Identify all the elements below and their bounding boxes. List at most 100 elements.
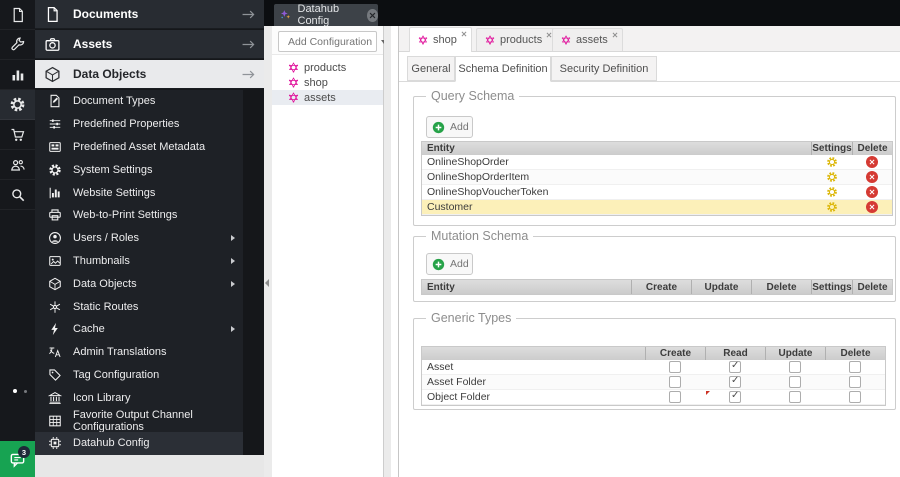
image-icon <box>48 254 62 268</box>
settings-gear-icon[interactable] <box>0 90 35 120</box>
checkbox-object-folder-delete[interactable] <box>849 391 861 403</box>
table-header-row: Entity Create Update Delete Settings Del… <box>422 280 892 294</box>
chat-button[interactable] <box>0 441 35 477</box>
config-tree-item-shop[interactable]: shop <box>272 75 383 90</box>
table-row[interactable]: OnlineShopVoucherToken <box>422 185 892 200</box>
checkbox-asset-folder-create[interactable] <box>669 376 681 388</box>
generic-types-table: Create Read Update Delete Asset ✓ Asset … <box>421 346 886 406</box>
mutation-schema-add-button[interactable]: Add <box>426 253 473 275</box>
menu-item-static-routes[interactable]: Static Routes <box>35 295 243 318</box>
delete-icon[interactable] <box>866 156 878 168</box>
table-row[interactable]: Asset <box>422 360 885 375</box>
table-row-highlighted[interactable]: Customer <box>422 200 892 215</box>
caret-right-icon <box>231 326 235 333</box>
table-header-row: Entity Settings Delete <box>422 142 892 155</box>
delete-icon[interactable] <box>866 201 878 213</box>
tab-products[interactable]: products <box>476 28 558 51</box>
config-tab-strip: shop products assets <box>399 26 900 52</box>
tools-wrench-icon[interactable] <box>0 30 35 60</box>
table-row[interactable]: OnlineShopOrder <box>422 155 892 170</box>
checkbox-object-folder-create[interactable] <box>669 391 681 403</box>
chip-icon <box>48 436 62 450</box>
checkbox-asset-read[interactable] <box>729 360 741 373</box>
accordion-item-documents[interactable]: Documents <box>35 0 264 29</box>
user-circle-icon <box>48 231 62 245</box>
checkbox-asset-folder-read[interactable] <box>729 375 741 388</box>
search-icon[interactable] <box>0 180 35 210</box>
delete-icon[interactable] <box>866 186 878 198</box>
menu-item-users-roles[interactable]: Users / Roles <box>35 227 243 250</box>
hexagram-icon <box>418 35 428 45</box>
main-navigation-iconbar <box>0 0 35 477</box>
document-icon <box>44 6 61 23</box>
menu-item-system-settings[interactable]: System Settings <box>35 158 243 181</box>
close-tab-icon[interactable] <box>367 8 378 22</box>
subtab-security-definition[interactable]: Security Definition <box>551 56 657 81</box>
checkbox-object-folder-update[interactable] <box>789 391 801 403</box>
tab-shop[interactable]: shop <box>409 27 472 52</box>
subtab-general[interactable]: General <box>407 56 455 81</box>
sidebar-footer-area <box>35 455 264 477</box>
menu-item-predefined-asset-metadata[interactable]: Predefined Asset Metadata <box>35 136 243 159</box>
datahub-config-panel: Add Configuration products shop assets <box>272 26 388 477</box>
users-icon[interactable] <box>0 150 35 180</box>
menu-item-cache[interactable]: Cache <box>35 318 243 341</box>
close-tab-icon[interactable] <box>612 32 618 38</box>
menu-item-datahub-config[interactable]: Datahub Config <box>35 431 243 455</box>
menu-item-document-types[interactable]: Document Types <box>35 90 243 113</box>
hexagram-icon <box>288 62 299 73</box>
menu-item-icon-library[interactable]: Icon Library <box>35 386 243 409</box>
close-tab-icon[interactable] <box>461 31 467 37</box>
menu-item-thumbnails[interactable]: Thumbnails <box>35 250 243 273</box>
tab-assets[interactable]: assets <box>552 28 623 51</box>
checkbox-asset-create[interactable] <box>669 361 681 373</box>
subtab-schema-definition[interactable]: Schema Definition <box>455 56 551 82</box>
accordion-item-data-objects[interactable]: Data Objects <box>35 60 264 89</box>
checkbox-asset-update[interactable] <box>789 361 801 373</box>
grid-icon <box>48 414 62 428</box>
settings-gear-icon[interactable] <box>826 171 838 183</box>
caret-right-icon <box>231 280 235 287</box>
collapse-arrow-icon[interactable] <box>265 279 269 287</box>
modified-cell <box>705 390 765 404</box>
overflow-dot <box>24 390 27 393</box>
menu-item-web-to-print-settings[interactable]: Web-to-Print Settings <box>35 204 243 227</box>
panel-splitter[interactable] <box>264 26 272 477</box>
ecommerce-cart-icon[interactable] <box>0 120 35 150</box>
fieldset-legend: Query Schema <box>426 89 520 103</box>
hexagram-icon <box>485 35 495 45</box>
tag-icon <box>48 368 62 382</box>
cube-icon <box>44 66 61 83</box>
settings-gear-icon[interactable] <box>826 201 838 213</box>
translate-icon <box>48 345 62 359</box>
checkbox-asset-delete[interactable] <box>849 361 861 373</box>
settings-menu: Document Types Predefined Properties Pre… <box>35 90 243 455</box>
checkbox-object-folder-read[interactable] <box>729 390 741 403</box>
query-schema-add-button[interactable]: Add <box>426 116 473 138</box>
config-tree-item-products[interactable]: products <box>272 60 383 75</box>
settings-gear-icon[interactable] <box>826 186 838 198</box>
main-content-panel: shop products assets General Schema Defi… <box>384 26 900 477</box>
menu-item-favorite-output-channel-configurations[interactable]: Favorite Output Channel Configurations <box>35 409 243 433</box>
tab-datahub-config[interactable]: Datahub Config <box>274 3 378 27</box>
delete-icon[interactable] <box>866 171 878 183</box>
accordion-item-assets[interactable]: Assets <box>35 30 264 59</box>
menu-item-data-objects[interactable]: Data Objects <box>35 272 243 295</box>
menu-item-website-settings[interactable]: Website Settings <box>35 181 243 204</box>
menu-item-admin-translations[interactable]: Admin Translations <box>35 341 243 364</box>
reports-chart-icon[interactable] <box>0 60 35 90</box>
metadata-grid-icon <box>48 140 62 154</box>
table-row[interactable]: OnlineShopOrderItem <box>422 170 892 185</box>
menu-item-predefined-properties[interactable]: Predefined Properties <box>35 113 243 136</box>
menu-item-tag-configuration[interactable]: Tag Configuration <box>35 364 243 387</box>
settings-gear-icon[interactable] <box>826 156 838 168</box>
add-configuration-button[interactable]: Add Configuration <box>278 31 388 52</box>
config-tree-item-assets[interactable]: assets <box>272 90 383 105</box>
table-row[interactable]: Object Folder <box>422 390 885 405</box>
schema-definition-content: Query Schema Add Entity Settings Delete … <box>399 82 900 477</box>
hexagram-icon <box>561 35 571 45</box>
checkbox-asset-folder-update[interactable] <box>789 376 801 388</box>
table-row[interactable]: Asset Folder <box>422 375 885 390</box>
file-icon[interactable] <box>0 0 35 30</box>
checkbox-asset-folder-delete[interactable] <box>849 376 861 388</box>
